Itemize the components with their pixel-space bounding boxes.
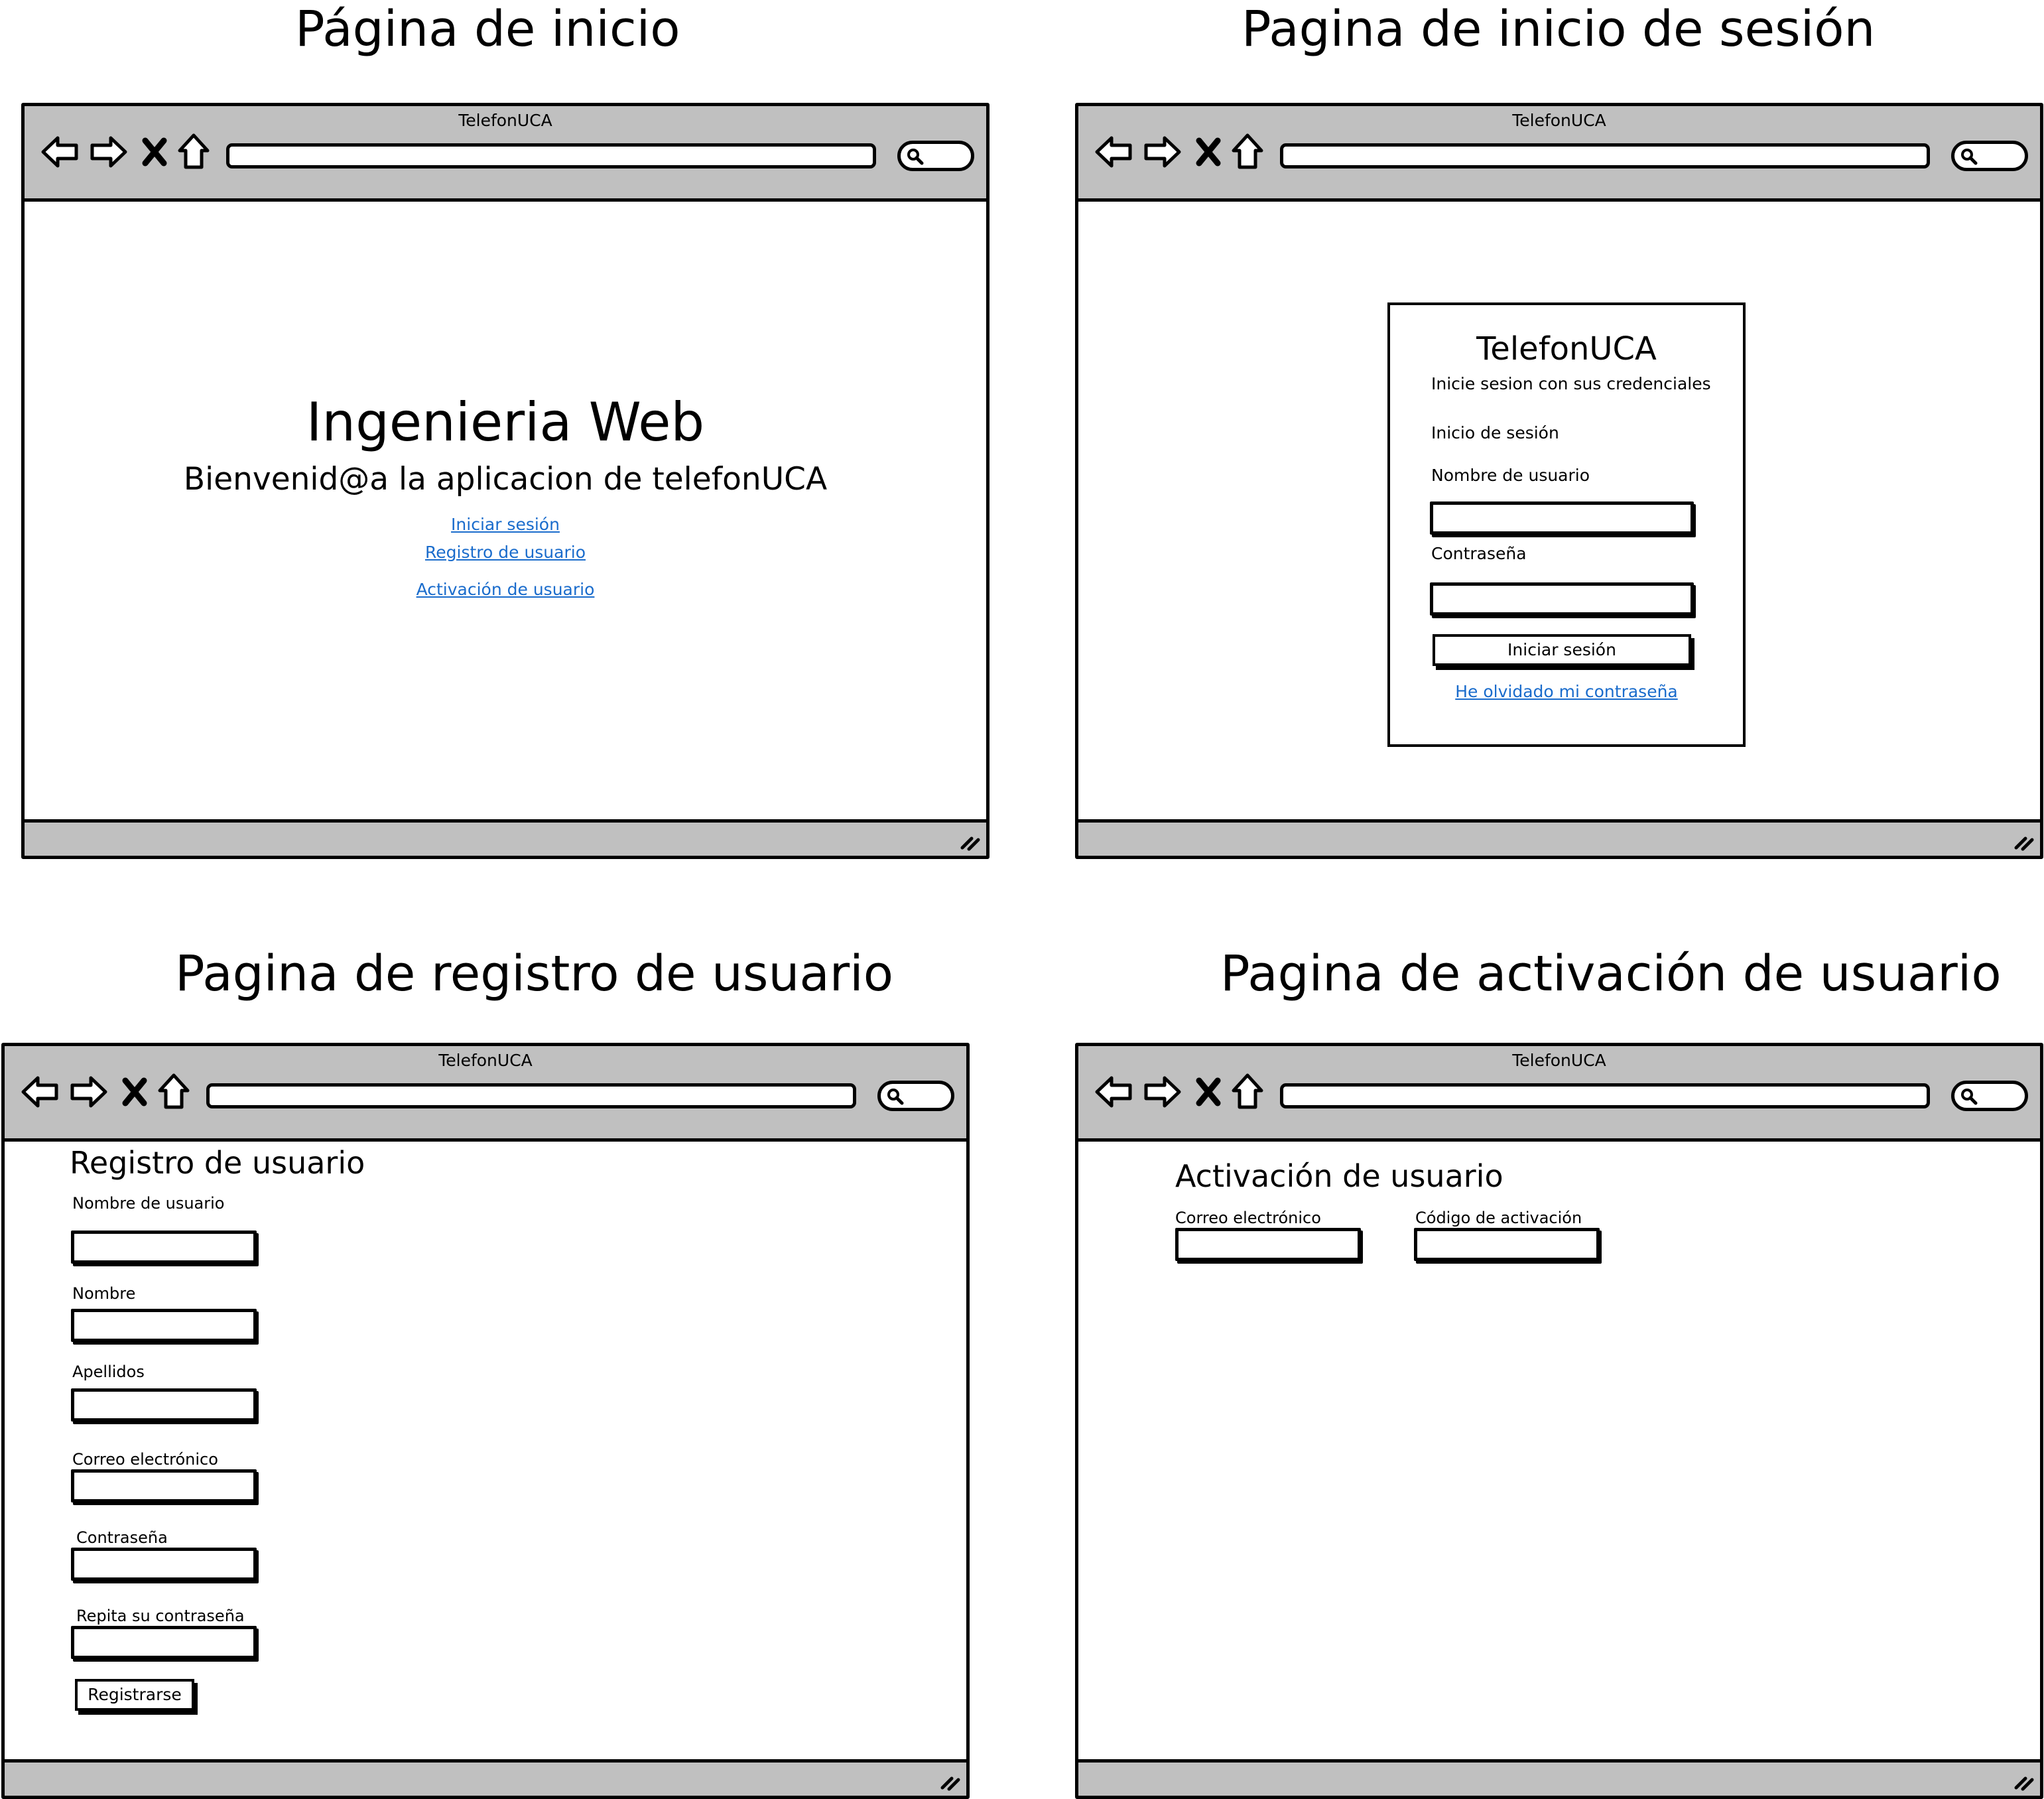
home-icon[interactable]: [1231, 133, 1264, 171]
register-button[interactable]: Registrarse: [75, 1679, 194, 1711]
link-activation[interactable]: Activación de usuario: [416, 580, 595, 599]
password-input[interactable]: [1430, 582, 1694, 616]
page-heading: Ingenieria Web: [306, 391, 705, 453]
address-bar[interactable]: [206, 1083, 856, 1108]
home-icon[interactable]: [177, 133, 210, 171]
search-icon: [1961, 149, 1978, 165]
window-title: TelefonUCA: [1512, 111, 1606, 130]
status-bar: [25, 819, 986, 856]
page-content: Registro de usuario Nombre de usuario No…: [5, 1142, 966, 1759]
close-icon[interactable]: [141, 133, 168, 171]
page-content: Ingenieria Web Bienvenid@a la aplicacion…: [25, 202, 986, 819]
window-title: TelefonUCA: [1512, 1051, 1606, 1070]
register-password-label: Contraseña: [76, 1528, 168, 1547]
register-username-label: Nombre de usuario: [72, 1194, 225, 1213]
register-name-label: Nombre: [72, 1284, 136, 1303]
arrow-right-icon[interactable]: [1143, 1073, 1182, 1111]
resize-handle-icon[interactable]: [2012, 1769, 2036, 1793]
username-label: Nombre de usuario: [1431, 466, 1590, 485]
register-username-input[interactable]: [71, 1231, 257, 1264]
close-icon[interactable]: [1195, 133, 1222, 171]
section-title-register: Pagina de registro de usuario: [175, 945, 893, 1002]
section-title-login: Pagina de inicio de sesión: [1242, 1, 1876, 58]
login-subtitle: Inicie sesion con sus credenciales: [1431, 374, 1711, 393]
arrow-left-icon[interactable]: [1094, 1073, 1133, 1111]
browser-window-login: TelefonUCA TelefonUCA Inicie sesion con …: [1075, 103, 2043, 859]
browser-window-activation: TelefonUCA Activación de usuario Correo …: [1075, 1043, 2043, 1799]
register-email-label: Correo electrónico: [72, 1450, 218, 1469]
welcome-text: Bienvenid@a la aplicacion de telefonUCA: [183, 461, 828, 498]
search-box[interactable]: [1951, 141, 2028, 171]
arrow-right-icon[interactable]: [90, 133, 128, 171]
resize-handle-icon[interactable]: [958, 829, 982, 853]
register-surname-label: Apellidos: [72, 1363, 145, 1381]
register-surname-input[interactable]: [71, 1388, 257, 1422]
section-title-home: Página de inicio: [295, 1, 680, 58]
status-bar: [1078, 819, 2040, 856]
search-icon: [907, 149, 924, 165]
register-repeat-label: Repita su contraseña: [76, 1607, 245, 1625]
browser-window-home: TelefonUCA Ingenieria Web Bienvenid@a la…: [21, 103, 990, 859]
register-name-input[interactable]: [71, 1309, 257, 1342]
activation-email-label: Correo electrónico: [1175, 1209, 1321, 1227]
activation-code-input[interactable]: [1414, 1228, 1600, 1261]
status-bar: [1078, 1759, 2040, 1796]
register-email-input[interactable]: [71, 1469, 257, 1502]
home-icon[interactable]: [1231, 1073, 1264, 1111]
arrow-right-icon[interactable]: [70, 1073, 108, 1111]
address-bar[interactable]: [226, 143, 876, 168]
browser-toolbar: TelefonUCA: [5, 1046, 966, 1142]
login-app-title: TelefonUCA: [1476, 330, 1657, 367]
page-content: TelefonUCA Inicie sesion con sus credenc…: [1078, 202, 2040, 819]
register-password-input[interactable]: [71, 1548, 257, 1581]
window-title: TelefonUCA: [458, 111, 552, 130]
status-bar: [5, 1759, 966, 1796]
close-icon[interactable]: [121, 1073, 148, 1111]
login-section-label: Inicio de sesión: [1431, 423, 1559, 442]
page-content: Activación de usuario Correo electrónico…: [1078, 1142, 2040, 1759]
register-repeat-input[interactable]: [71, 1626, 257, 1659]
arrow-left-icon[interactable]: [40, 133, 79, 171]
link-register[interactable]: Registro de usuario: [425, 543, 586, 562]
search-box[interactable]: [1951, 1081, 2028, 1111]
username-input[interactable]: [1430, 501, 1694, 535]
address-bar[interactable]: [1280, 1083, 1930, 1108]
browser-toolbar: TelefonUCA: [1078, 1046, 2040, 1142]
activation-email-input[interactable]: [1175, 1228, 1361, 1261]
search-icon: [1961, 1089, 1978, 1105]
forgot-password-link[interactable]: He olvidado mi contraseña: [1455, 682, 1678, 701]
close-icon[interactable]: [1195, 1073, 1222, 1111]
search-icon: [887, 1089, 904, 1105]
browser-toolbar: TelefonUCA: [1078, 106, 2040, 202]
arrow-right-icon[interactable]: [1143, 133, 1182, 171]
section-title-activation: Pagina de activación de usuario: [1220, 945, 2002, 1002]
arrow-left-icon[interactable]: [1094, 133, 1133, 171]
activation-heading: Activación de usuario: [1175, 1158, 1503, 1194]
link-login[interactable]: Iniciar sesión: [451, 515, 560, 534]
search-box[interactable]: [877, 1081, 954, 1111]
search-box[interactable]: [897, 141, 974, 171]
home-icon[interactable]: [157, 1073, 190, 1111]
browser-window-register: TelefonUCA Registro de usuario Nombre de…: [1, 1043, 970, 1799]
resize-handle-icon[interactable]: [938, 1769, 962, 1793]
activation-code-label: Código de activación: [1415, 1209, 1582, 1227]
window-title: TelefonUCA: [438, 1051, 533, 1070]
login-card: TelefonUCA Inicie sesion con sus credenc…: [1387, 302, 1746, 747]
browser-toolbar: TelefonUCA: [25, 106, 986, 202]
password-label: Contraseña: [1431, 544, 1527, 563]
arrow-left-icon[interactable]: [21, 1073, 59, 1111]
login-button[interactable]: Iniciar sesión: [1433, 634, 1691, 666]
register-heading: Registro de usuario: [70, 1145, 365, 1181]
address-bar[interactable]: [1280, 143, 1930, 168]
resize-handle-icon[interactable]: [2012, 829, 2036, 853]
